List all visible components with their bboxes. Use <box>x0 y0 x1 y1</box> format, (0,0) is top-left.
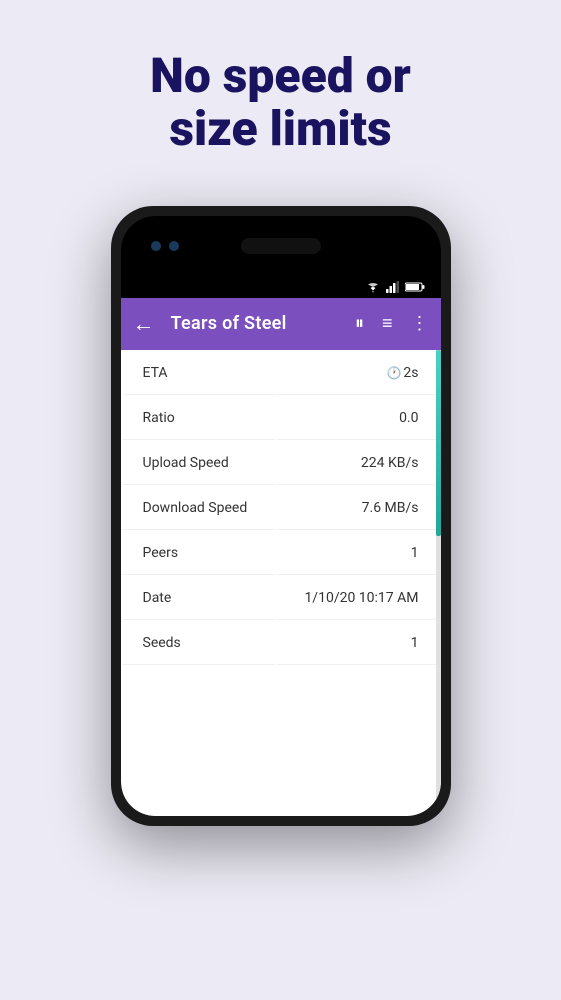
info-label: Ratio <box>123 397 275 440</box>
app-bar: ← Tears of Steel ⏸ ≡ ⋮ <box>121 298 441 350</box>
camera-area <box>141 241 179 251</box>
content-area: ETA🕐2sRatio0.0Upload Speed224 KB/sDownlo… <box>121 350 441 816</box>
menu-button[interactable]: ⋮ <box>411 313 429 334</box>
battery-icon <box>405 282 425 292</box>
speaker-grille <box>241 238 321 254</box>
table-row: Seeds1 <box>123 622 439 665</box>
info-table: ETA🕐2sRatio0.0Upload Speed224 KB/sDownlo… <box>121 350 441 667</box>
info-label: Download Speed <box>123 487 275 530</box>
phone-outer: ← Tears of Steel ⏸ ≡ ⋮ ETA🕐2sRatio0.0Upl… <box>111 206 451 826</box>
camera-dot-2 <box>169 241 179 251</box>
list-button[interactable]: ≡ <box>382 313 393 334</box>
info-label: Peers <box>123 532 275 575</box>
info-value: 0.0 <box>277 397 439 440</box>
wifi-icon <box>365 281 381 293</box>
signal-icon <box>386 281 400 293</box>
info-value: 🕐2s <box>277 352 439 395</box>
scroll-indicator-fill <box>436 350 441 536</box>
phone-screen: ← Tears of Steel ⏸ ≡ ⋮ ETA🕐2sRatio0.0Upl… <box>121 216 441 816</box>
table-row: Download Speed7.6 MB/s <box>123 487 439 530</box>
table-row: Ratio0.0 <box>123 397 439 440</box>
table-row: ETA🕐2s <box>123 352 439 395</box>
clock-icon: 🕐 <box>386 366 401 380</box>
info-value: 1 <box>277 622 439 665</box>
pause-button[interactable]: ⏸ <box>355 313 364 334</box>
table-row: Date1/10/20 10:17 AM <box>123 577 439 620</box>
info-label: Date <box>123 577 275 620</box>
table-row: Peers1 <box>123 532 439 575</box>
status-icons <box>365 281 425 293</box>
phone-mockup: ← Tears of Steel ⏸ ≡ ⋮ ETA🕐2sRatio0.0Upl… <box>111 206 451 826</box>
info-value: 1 <box>277 532 439 575</box>
table-row: Upload Speed224 KB/s <box>123 442 439 485</box>
app-bar-actions: ⏸ ≡ ⋮ <box>355 313 429 334</box>
phone-top <box>121 216 441 276</box>
camera-dot-1 <box>151 241 161 251</box>
status-bar <box>121 276 441 298</box>
scroll-indicator <box>436 350 441 816</box>
back-button[interactable]: ← <box>133 311 155 337</box>
phone-inner: ← Tears of Steel ⏸ ≡ ⋮ ETA🕐2sRatio0.0Upl… <box>121 216 441 816</box>
info-label: Seeds <box>123 622 275 665</box>
info-value: 7.6 MB/s <box>277 487 439 530</box>
headline: No speed or size limits <box>110 50 451 156</box>
info-label: ETA <box>123 352 275 395</box>
info-value: 224 KB/s <box>277 442 439 485</box>
info-value: 1/10/20 10:17 AM <box>277 577 439 620</box>
app-bar-title: Tears of Steel <box>171 313 339 334</box>
info-label: Upload Speed <box>123 442 275 485</box>
